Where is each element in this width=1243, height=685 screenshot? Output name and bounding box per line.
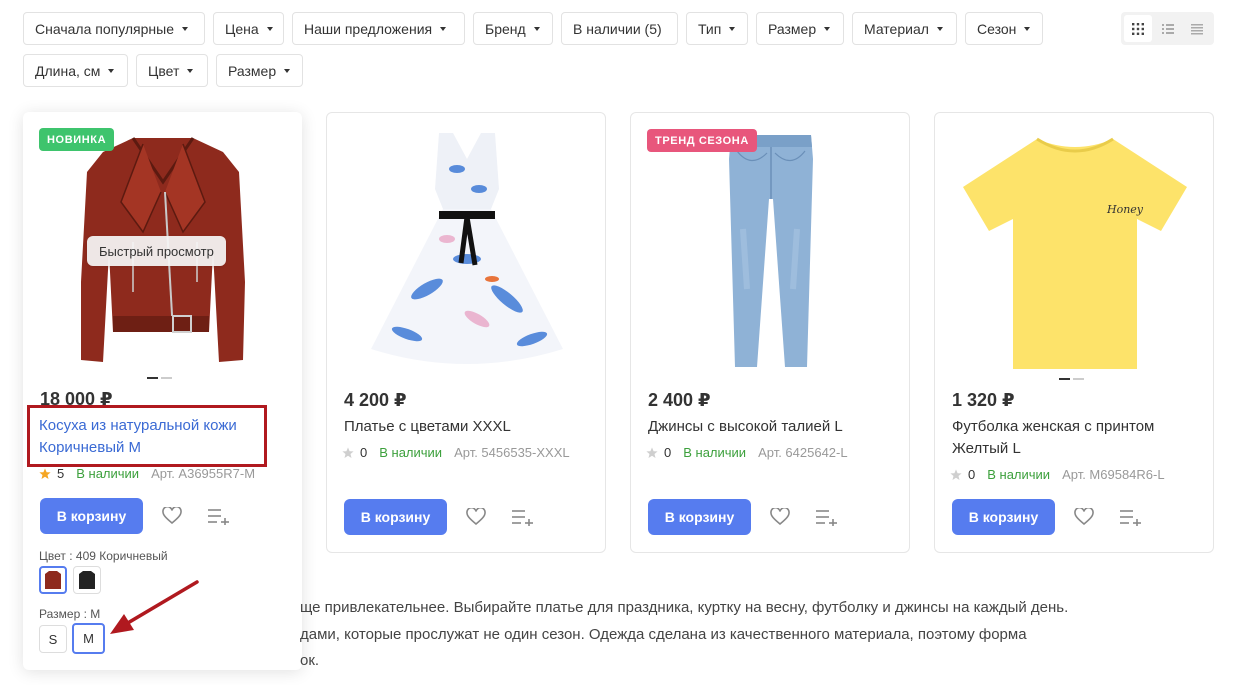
add-to-cart-button[interactable]: В корзину — [648, 499, 751, 535]
quick-view-button[interactable]: Быстрый просмотр — [87, 236, 226, 266]
image-dots — [1059, 378, 1084, 380]
add-to-cart-button[interactable]: В корзину — [344, 499, 447, 535]
badge-trend: ТРЕНД СЕЗОНА — [647, 129, 757, 152]
filter-offers[interactable]: Наши предложения — [292, 12, 465, 45]
size-label: Размер : M — [39, 607, 101, 621]
view-switch — [1121, 12, 1214, 45]
caret-down-icon — [533, 26, 540, 31]
product-meta: 0 В наличии Арт. 5456535-XXXL — [342, 445, 570, 460]
product-title[interactable]: Платье с цветами XXXL — [344, 416, 594, 438]
caret-down-icon — [182, 26, 189, 31]
filter-price[interactable]: Цена — [213, 12, 284, 45]
color-swatch-brown[interactable] — [39, 566, 67, 594]
caret-down-icon — [108, 68, 115, 73]
star-icon — [342, 447, 354, 458]
filter-type[interactable]: Тип — [686, 12, 748, 45]
caret-down-icon — [266, 26, 273, 31]
article-number: Арт. M69584R6-L — [1062, 467, 1165, 482]
product-card-tshirt[interactable]: Honey 1 320 ₽ Футболка женская с принтом… — [934, 112, 1214, 553]
add-to-cart-button[interactable]: В корзину — [40, 498, 143, 534]
compare-icon[interactable] — [1118, 505, 1142, 529]
product-meta: 5 В наличии Арт. A36955R7-M — [39, 466, 255, 481]
caret-down-icon — [1024, 26, 1031, 31]
filter-sort[interactable]: Сначала популярные — [23, 12, 205, 45]
heart-icon[interactable] — [160, 504, 184, 528]
badge-new: НОВИНКА — [39, 128, 115, 151]
star-icon — [39, 468, 51, 479]
caret-down-icon — [936, 26, 943, 31]
filter-material[interactable]: Материал — [852, 12, 957, 45]
compare-icon[interactable] — [814, 505, 838, 529]
rating-value: 0 — [968, 467, 976, 482]
size-option-m[interactable]: M — [72, 623, 105, 654]
article-number: Арт. 6425642-L — [758, 445, 848, 460]
product-meta: 0 В наличии Арт. M69584R6-L — [950, 467, 1165, 482]
heart-icon[interactable] — [464, 505, 488, 529]
filter-length[interactable]: Длина, см — [23, 54, 128, 87]
color-label: Цвет : 409 Коричневый — [39, 549, 168, 563]
rating-value: 5 — [57, 466, 65, 481]
product-meta: 0 В наличии Арт. 6425642-L — [646, 445, 848, 460]
stock-status: В наличии — [987, 467, 1051, 482]
rating-value: 0 — [664, 445, 672, 460]
rating-value: 0 — [360, 445, 368, 460]
filter-in-stock[interactable]: В наличии (5) — [561, 12, 678, 45]
compare-icon[interactable] — [206, 504, 230, 528]
dot[interactable] — [161, 377, 172, 379]
product-card-dress[interactable]: 4 200 ₽ Платье с цветами XXXL 0 В наличи… — [326, 112, 606, 553]
price: 4 200 ₽ — [344, 390, 407, 410]
product-image-dress[interactable] — [367, 129, 567, 369]
filter-color[interactable]: Цвет — [136, 54, 208, 87]
list-icon[interactable] — [1154, 15, 1182, 42]
article-number: Арт. 5456535-XXXL — [454, 445, 570, 460]
article-number: Арт. A36955R7-M — [151, 466, 256, 481]
dot[interactable] — [1073, 378, 1084, 380]
add-to-cart-button[interactable]: В корзину — [952, 499, 1055, 535]
product-title[interactable]: Джинсы с высокой талией L — [648, 416, 898, 438]
color-swatch-black[interactable] — [73, 566, 101, 594]
star-icon — [646, 447, 658, 458]
stock-status: В наличии — [379, 445, 443, 460]
heart-icon[interactable] — [768, 505, 792, 529]
price: 2 400 ₽ — [648, 390, 711, 410]
filter-size-2[interactable]: Размер — [216, 54, 303, 87]
image-dots — [147, 377, 172, 379]
caret-down-icon — [187, 68, 194, 73]
caret-down-icon — [824, 26, 831, 31]
stock-status: В наличии — [683, 445, 747, 460]
compare-icon[interactable] — [510, 505, 534, 529]
compact-list-icon[interactable] — [1183, 15, 1211, 42]
caret-down-icon — [729, 26, 736, 31]
star-icon — [950, 469, 962, 480]
product-title-link[interactable]: Косуха из натуральной кожи Коричневый M — [39, 415, 269, 459]
product-card-jacket[interactable]: НОВИНКА Быстрый просмотр 18 000 ₽ Косуха… — [23, 112, 302, 670]
stock-status: В наличии — [76, 466, 140, 481]
filter-season[interactable]: Сезон — [965, 12, 1043, 45]
category-description: ще привлекательнее. Выбирайте платье для… — [300, 599, 1069, 669]
product-image-tshirt[interactable]: Honey — [955, 133, 1195, 373]
size-option-s[interactable]: S — [39, 625, 67, 653]
product-image-jeans[interactable] — [711, 129, 831, 369]
product-card-jeans[interactable]: ТРЕНД СЕЗОНА 2 400 ₽ Джинсы с высокой та… — [630, 112, 910, 553]
dot-active[interactable] — [1059, 378, 1070, 380]
caret-down-icon — [284, 68, 291, 73]
price: 1 320 ₽ — [952, 390, 1015, 410]
dot-active[interactable] — [147, 377, 158, 379]
tshirt-print-text: Honey — [1106, 203, 1144, 216]
filter-size[interactable]: Размер — [756, 12, 844, 45]
heart-icon[interactable] — [1072, 505, 1096, 529]
filter-brand[interactable]: Бренд — [473, 12, 553, 45]
caret-down-icon — [440, 26, 447, 31]
grid-icon[interactable] — [1124, 15, 1152, 42]
product-title[interactable]: Футболка женская с принтом Желтый L — [952, 416, 1202, 460]
